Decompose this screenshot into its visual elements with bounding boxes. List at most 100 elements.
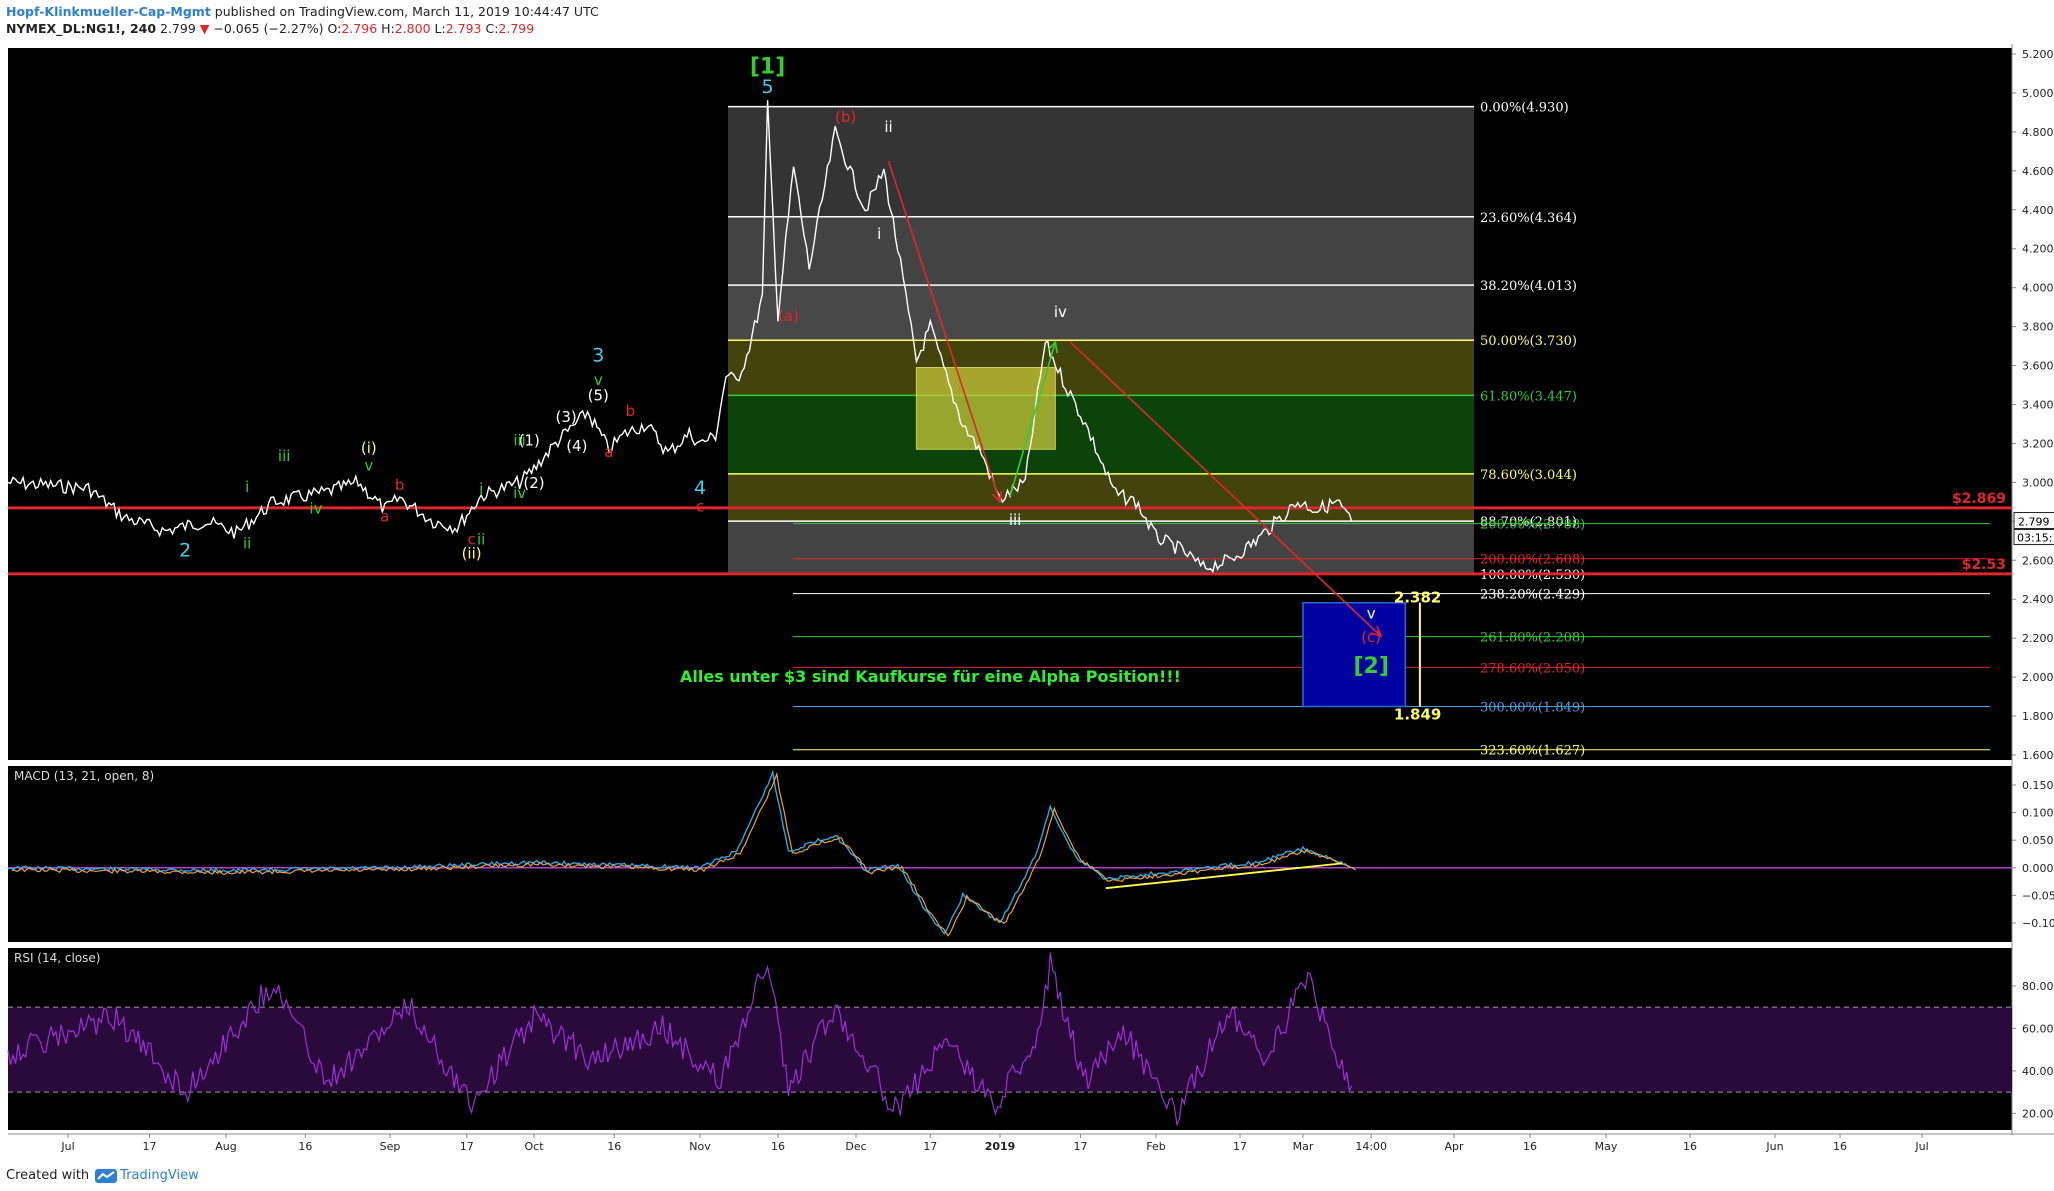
wave-label: iv xyxy=(1054,303,1067,321)
wave-label: (3) xyxy=(556,408,577,426)
open-label: O: xyxy=(327,21,342,36)
open-value: 2.796 xyxy=(341,21,378,36)
high-label: H: xyxy=(377,21,395,36)
time-tick-label: Dec xyxy=(845,1140,866,1153)
wave-label: 5 xyxy=(762,76,774,98)
wave-label: 2 xyxy=(179,539,191,561)
time-tick-label: 17 xyxy=(1074,1140,1088,1153)
time-tick-label: Jul xyxy=(60,1140,74,1153)
wave-label: v xyxy=(1367,605,1376,623)
fib-label: 0.00%(4.930) xyxy=(1480,101,1569,116)
fib-zone-887-1000 xyxy=(728,521,1474,574)
wave-label: a xyxy=(380,507,389,525)
rsi-band xyxy=(8,1007,2012,1093)
macd-tick-label: 0.0500 xyxy=(2022,834,2054,847)
macd-tick-label: 0.0000 xyxy=(2022,862,2054,875)
rsi-tick-label: 40.0000 xyxy=(2022,1065,2054,1078)
price-tick-label: 2.400 xyxy=(2022,593,2054,606)
wave-4-target-box xyxy=(915,367,1056,450)
close-label: C: xyxy=(481,21,499,36)
price-tick-label: 5.200 xyxy=(2022,48,2054,61)
extension-label: 261.80%(2.208) xyxy=(1480,631,1585,646)
time-tick-label: Nov xyxy=(689,1140,711,1153)
time-tick-label: 14:00 xyxy=(1355,1140,1387,1153)
extension-label: 278.60%(2.050) xyxy=(1480,661,1585,676)
low-label: L: xyxy=(430,21,446,36)
footer: Created with TradingView xyxy=(6,1168,199,1183)
rsi-tick-label: 60.0000 xyxy=(2022,1022,2054,1035)
time-tick-label: Aug xyxy=(215,1140,236,1153)
rsi-tick-label: 20.0000 xyxy=(2022,1107,2054,1120)
wave-label: 3 xyxy=(592,345,604,367)
rsi-title: RSI (14, close) xyxy=(14,951,100,965)
price-tick-label: 3.800 xyxy=(2022,321,2054,334)
price-change: −0.065 (−2.27%) xyxy=(209,21,328,36)
price-tick-label: 1.600 xyxy=(2022,749,2054,762)
chart-canvas[interactable]: 0.00%(4.930)23.60%(4.364)38.20%(4.013)50… xyxy=(0,44,2054,1166)
extension-label: 238.20%(2.429) xyxy=(1480,588,1585,603)
wave-label: iii xyxy=(278,447,291,465)
fib-label: 78.60%(3.044) xyxy=(1480,468,1577,483)
wave-label: i xyxy=(245,478,249,496)
buy-zone-annotation: Alles unter $3 sind Kaufkurse für eine A… xyxy=(680,667,1181,686)
wave-label: b xyxy=(626,402,636,420)
fib-label: 61.80%(3.447) xyxy=(1480,389,1577,404)
tradingview-brand: TradingView xyxy=(120,1168,199,1183)
wave-label: (a) xyxy=(778,307,799,325)
wave-label: i xyxy=(479,480,483,498)
wave-label: (4) xyxy=(566,437,587,455)
price-tick-label: 3.600 xyxy=(2022,360,2054,373)
down-arrow-icon: ▼ xyxy=(199,21,210,36)
time-tick-label: 16 xyxy=(771,1140,785,1153)
target-price-label: 1.849 xyxy=(1394,706,1441,724)
time-tick-label: Oct xyxy=(524,1140,544,1153)
price-tick-label: 3.000 xyxy=(2022,476,2054,489)
created-with-text: Created with xyxy=(6,1168,90,1183)
wave-label: (5) xyxy=(588,387,609,405)
wave-label: ii xyxy=(243,535,251,553)
high-value: 2.800 xyxy=(394,21,431,36)
macd-tick-label: −0.1000 xyxy=(2022,917,2054,930)
fib-label: 50.00%(3.730) xyxy=(1480,334,1577,349)
wave-label: [2] xyxy=(1353,654,1388,679)
rsi-tick-label: 80.0000 xyxy=(2022,980,2054,993)
wave-label: (b) xyxy=(835,108,856,126)
extension-label: 200.00%(2.608) xyxy=(1480,553,1585,568)
close-value: 2.799 xyxy=(498,21,535,36)
price-tick-label: 4.400 xyxy=(2022,204,2054,217)
price-tick-label: 4.000 xyxy=(2022,282,2054,295)
wave-label: (2) xyxy=(523,474,544,492)
price-tick-label: 3.400 xyxy=(2022,399,2054,412)
fib-zone-382-500 xyxy=(728,285,1474,341)
wave-label: (i) xyxy=(361,439,377,457)
time-tick-label: Mar xyxy=(1293,1140,1314,1153)
time-tick-label: 16 xyxy=(298,1140,312,1153)
price-tick-label: 1.800 xyxy=(2022,710,2054,723)
time-tick-label: 16 xyxy=(1683,1140,1697,1153)
wave-label: i xyxy=(877,225,881,243)
wave-label: v xyxy=(364,457,373,475)
time-tick-label: 2019 xyxy=(985,1140,1016,1153)
wave-label: c xyxy=(696,498,704,516)
tradingview-link[interactable]: TradingView xyxy=(95,1168,199,1183)
price-tick-label: 3.200 xyxy=(2022,437,2054,450)
extension-label: 200.00%(2.788) xyxy=(1480,518,1585,533)
time-tick-label: 17 xyxy=(1233,1140,1247,1153)
wave-label: 4 xyxy=(694,477,706,499)
wave-label: b xyxy=(395,476,405,494)
wave-label: iii xyxy=(1009,511,1022,529)
macd-tick-label: 0.1000 xyxy=(2022,807,2054,820)
fib-zone-786-887 xyxy=(728,473,1474,522)
time-tick-label: 17 xyxy=(143,1140,157,1153)
wave-label: ii xyxy=(477,531,485,549)
fib-label: 38.20%(4.013) xyxy=(1480,279,1577,294)
level-label: $2.53 xyxy=(1962,557,2006,573)
macd-tick-label: −0.0500 xyxy=(2022,889,2054,902)
time-tick-label: Jun xyxy=(1765,1140,1783,1153)
wave-label: a xyxy=(604,443,613,461)
fib-zone-236-382 xyxy=(728,216,1474,286)
time-tick-label: Feb xyxy=(1146,1140,1165,1153)
author-link[interactable]: Hopf-Klinkmueller-Cap-Mgmt xyxy=(6,4,211,19)
low-value: 2.793 xyxy=(445,21,482,36)
macd-pane-background xyxy=(8,766,2012,942)
